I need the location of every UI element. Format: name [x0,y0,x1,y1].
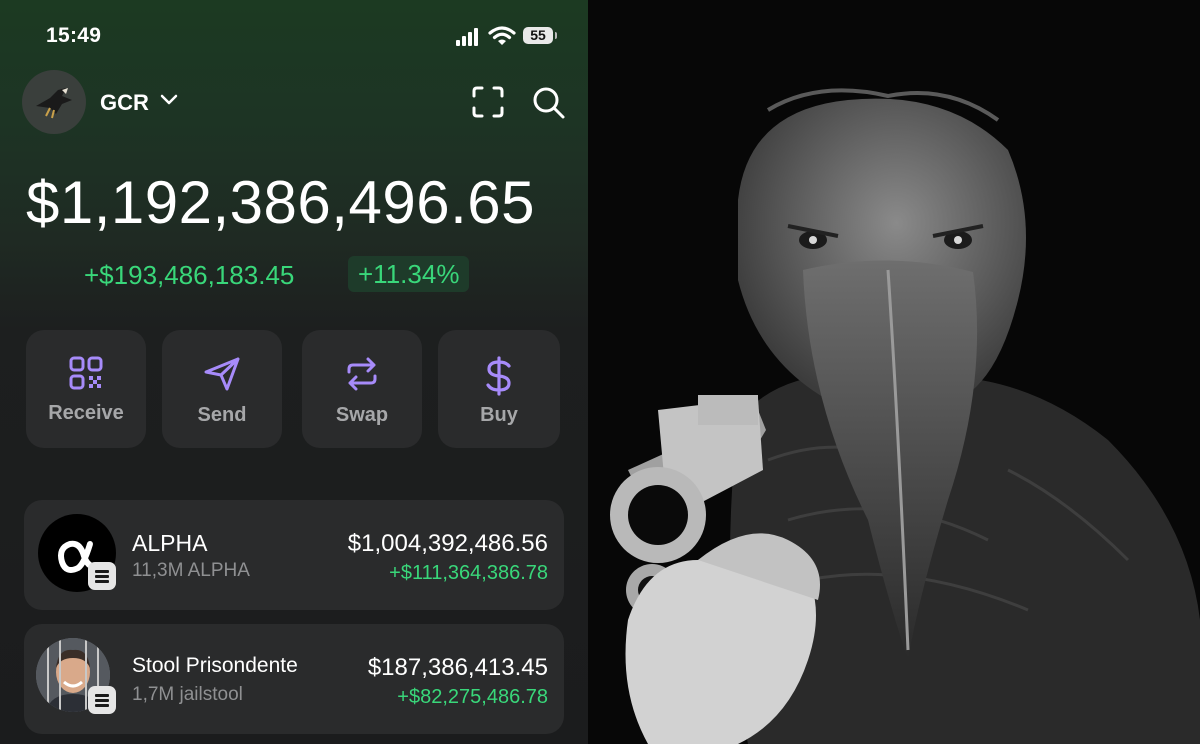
eagle-avatar-icon [36,88,72,119]
token-value: $187,386,413.45 [367,654,548,681]
total-balance: $1,192,386,496.65 [26,169,535,236]
buy-label: Buy [480,404,518,426]
send-icon [204,357,240,391]
balance-change-percent: +11.34% [348,256,470,292]
receive-button[interactable]: Receive [26,330,146,448]
token-amount: 11,3M ALPHA [132,560,250,581]
swap-button[interactable]: Swap [302,330,422,448]
wallet-app-screen: 15:49 55 GCR $1,192,386,496.65 +$193,486… [0,0,588,744]
token-amount: 1,7M jailstool [132,684,243,705]
dollar-icon [486,356,511,396]
scan-icon[interactable] [470,84,506,120]
buy-button[interactable]: Buy [438,330,560,448]
token-change: +$82,275,486.78 [397,686,548,708]
token-name: Stool Prisondente [132,654,298,677]
receive-label: Receive [48,402,124,424]
token-value: $1,004,392,486.56 [347,530,548,557]
token-row-stool[interactable]: Stool Prisondente 1,7M jailstool $187,38… [24,624,564,734]
cellular-signal-icon [456,28,482,46]
battery-icon: 55 [523,27,557,44]
shoebill-with-pistol-image [588,0,1200,744]
token-name: ALPHA [132,530,208,556]
wifi-icon [488,26,516,45]
balance-change: +$193,486,183.45 [84,260,295,290]
status-time: 15:49 [46,24,102,47]
token-change: +$111,364,386.78 [389,562,548,584]
send-label: Send [197,404,247,426]
search-icon[interactable] [530,84,566,120]
shoebill-illustration [588,0,1200,744]
account-avatar[interactable] [22,70,86,134]
solana-chain-icon [88,686,116,714]
token-row-alpha[interactable]: ALPHA 11,3M ALPHA $1,004,392,486.56 +$11… [24,500,564,610]
chevron-down-icon[interactable] [160,92,178,106]
send-button[interactable]: Send [162,330,282,448]
qr-code-icon [69,356,103,390]
swap-icon [347,357,377,391]
swap-label: Swap [335,404,389,426]
account-name[interactable]: GCR [100,90,149,116]
solana-chain-icon [88,562,116,590]
